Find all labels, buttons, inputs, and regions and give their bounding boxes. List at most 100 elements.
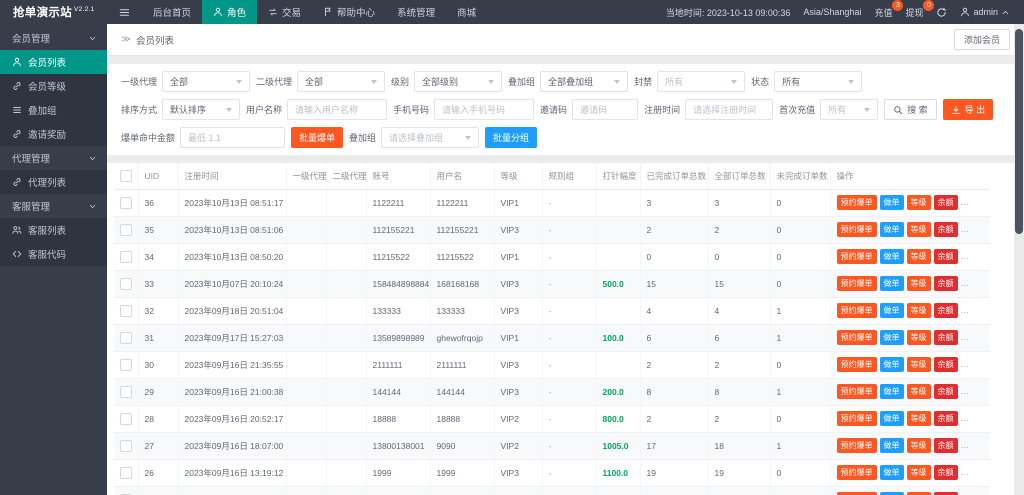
first-recharge-select[interactable]: 所有: [820, 99, 879, 120]
level-button[interactable]: 等级: [906, 357, 931, 372]
sidebar-toggle-button[interactable]: [107, 0, 142, 24]
more-actions-button[interactable]: …: [961, 359, 971, 369]
add-member-button[interactable]: 添加会员: [953, 29, 1010, 50]
select-all-checkbox[interactable]: [120, 169, 132, 182]
reserve-burst-button[interactable]: 预约爆单: [836, 438, 877, 453]
more-actions-button[interactable]: …: [961, 440, 971, 450]
overlay-group-select[interactable]: 全部叠加组: [540, 71, 629, 92]
sidebar-item-invite-reward[interactable]: 邀请奖励: [0, 122, 107, 146]
do-order-button[interactable]: 做单: [879, 357, 904, 372]
balance-button[interactable]: 余额: [933, 384, 958, 399]
sidebar-section-member-management[interactable]: 会员管理: [0, 26, 107, 50]
balance-button[interactable]: 余额: [933, 438, 958, 453]
register-time-input[interactable]: [685, 99, 774, 120]
do-order-button[interactable]: 做单: [879, 222, 904, 237]
scrollbar-thumb[interactable]: [1015, 29, 1023, 234]
nav-dashboard[interactable]: 后台首页: [142, 0, 202, 24]
sidebar-item-member-level[interactable]: 会员等级: [0, 74, 107, 98]
batch-group-button[interactable]: 批量分组: [485, 127, 538, 148]
sidebar-item-support-code[interactable]: 客服代码: [0, 242, 107, 266]
export-button[interactable]: 导 出: [942, 99, 994, 120]
row-checkbox[interactable]: [120, 439, 132, 452]
search-button[interactable]: 搜 索: [884, 99, 937, 120]
more-actions-button[interactable]: …: [961, 251, 971, 261]
level-button[interactable]: 等级: [906, 249, 931, 264]
reserve-burst-button[interactable]: 预约爆单: [836, 384, 877, 399]
more-actions-button[interactable]: …: [961, 467, 971, 477]
sidebar-item-member-list[interactable]: 会员列表: [0, 50, 107, 74]
sidebar-section-agent-management[interactable]: 代理管理: [0, 146, 107, 170]
invite-code-input[interactable]: [572, 99, 639, 120]
more-actions-button[interactable]: …: [961, 224, 971, 234]
do-order-button[interactable]: 做单: [879, 330, 904, 345]
row-checkbox[interactable]: [120, 250, 132, 263]
status-select[interactable]: 所有: [774, 71, 863, 92]
ban-select[interactable]: 所有: [657, 71, 746, 92]
do-order-button[interactable]: 做单: [879, 195, 904, 210]
more-actions-button[interactable]: …: [961, 386, 971, 396]
reserve-burst-button[interactable]: 预约爆单: [836, 465, 877, 480]
level-button[interactable]: 等级: [906, 222, 931, 237]
row-checkbox[interactable]: [120, 385, 132, 398]
do-order-button[interactable]: 做单: [879, 411, 904, 426]
reserve-burst-button[interactable]: 预约爆单: [836, 276, 877, 291]
do-order-button[interactable]: 做单: [879, 276, 904, 291]
balance-button[interactable]: 余额: [933, 357, 958, 372]
row-checkbox[interactable]: [120, 331, 132, 344]
level-button[interactable]: 等级: [906, 195, 931, 210]
user-menu[interactable]: admin: [960, 7, 1010, 17]
nav-roles[interactable]: 角色: [202, 0, 258, 24]
more-actions-button[interactable]: …: [961, 332, 971, 342]
level-button[interactable]: 等级: [906, 330, 931, 345]
do-order-button[interactable]: 做单: [879, 303, 904, 318]
sidebar-section-support-management[interactable]: 客服管理: [0, 194, 107, 218]
batch-burst-button[interactable]: 批量爆单: [291, 127, 344, 148]
level-button[interactable]: 等级: [906, 411, 931, 426]
level-button[interactable]: 等级: [906, 465, 931, 480]
row-checkbox[interactable]: [120, 412, 132, 425]
do-order-button[interactable]: 做单: [879, 465, 904, 480]
level-button[interactable]: 等级: [906, 438, 931, 453]
level-select[interactable]: 全部级别: [414, 71, 503, 92]
level-button[interactable]: 等级: [906, 276, 931, 291]
sort-select[interactable]: 默认排序: [162, 99, 241, 120]
reserve-burst-button[interactable]: 预约爆单: [836, 357, 877, 372]
balance-button[interactable]: 余额: [933, 249, 958, 264]
row-checkbox[interactable]: [120, 358, 132, 371]
phone-input[interactable]: [434, 99, 535, 120]
withdraw-link[interactable]: 提现 0: [905, 0, 935, 19]
reserve-burst-button[interactable]: 预约爆单: [836, 249, 877, 264]
level-button[interactable]: 等级: [906, 303, 931, 318]
balance-button[interactable]: 余额: [933, 222, 958, 237]
do-order-button[interactable]: 做单: [879, 384, 904, 399]
more-actions-button[interactable]: …: [961, 305, 971, 315]
balance-button[interactable]: 余额: [933, 276, 958, 291]
refresh-button[interactable]: [936, 7, 947, 18]
row-checkbox[interactable]: [120, 304, 132, 317]
balance-button[interactable]: 余额: [933, 195, 958, 210]
nav-help-center[interactable]: 帮助中心: [312, 0, 386, 24]
balance-button[interactable]: 余额: [933, 330, 958, 345]
do-order-button[interactable]: 做单: [879, 438, 904, 453]
reserve-burst-button[interactable]: 预约爆单: [836, 195, 877, 210]
do-order-button[interactable]: 做单: [879, 249, 904, 264]
batch-overlay-group-select[interactable]: 请选择叠加组: [381, 127, 480, 148]
level-button[interactable]: 等级: [906, 384, 931, 399]
row-checkbox[interactable]: [120, 277, 132, 290]
more-actions-button[interactable]: …: [961, 413, 971, 423]
more-actions-button[interactable]: …: [961, 197, 971, 207]
row-checkbox[interactable]: [120, 196, 132, 209]
reserve-burst-button[interactable]: 预约爆单: [836, 222, 877, 237]
sidebar-item-support-list[interactable]: 客服列表: [0, 218, 107, 242]
nav-system[interactable]: 系统管理: [386, 0, 446, 24]
reserve-burst-button[interactable]: 预约爆单: [836, 330, 877, 345]
balance-button[interactable]: 余额: [933, 465, 958, 480]
reserve-burst-button[interactable]: 预约爆单: [836, 303, 877, 318]
username-input[interactable]: [287, 99, 388, 120]
nav-mall[interactable]: 商城: [446, 0, 487, 24]
level2-agent-select[interactable]: 全部: [297, 71, 386, 92]
sidebar-item-overlay-group[interactable]: 叠加组: [0, 98, 107, 122]
more-actions-button[interactable]: …: [961, 278, 971, 288]
reserve-burst-button[interactable]: 预约爆单: [836, 411, 877, 426]
balance-button[interactable]: 余额: [933, 411, 958, 426]
